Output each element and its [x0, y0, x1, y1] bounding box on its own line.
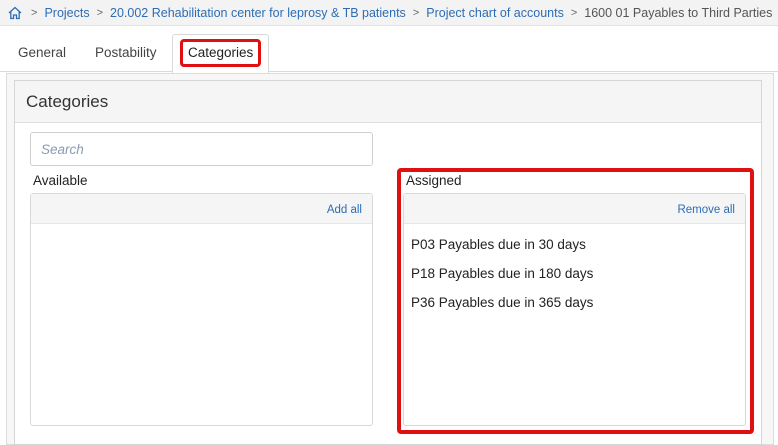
breadcrumb-link-chart-of-accounts[interactable]: Project chart of accounts: [426, 6, 564, 20]
search-input[interactable]: [30, 132, 373, 166]
home-icon[interactable]: [6, 4, 24, 22]
breadcrumb-current: 1600 01 Payables to Third Parties: [584, 5, 773, 20]
list-item[interactable]: P03 Payables due in 30 days: [404, 230, 745, 259]
assigned-label: Assigned: [406, 173, 462, 188]
list-item[interactable]: P18 Payables due in 180 days: [404, 259, 745, 288]
add-all-link[interactable]: Add all: [327, 204, 362, 216]
breadcrumb-separator: >: [31, 6, 38, 19]
breadcrumb-link-projects[interactable]: Projects: [44, 6, 89, 20]
card-title: Categories: [15, 81, 761, 123]
tab-postability[interactable]: Postability: [83, 34, 169, 72]
tab-categories[interactable]: Categories: [172, 34, 270, 73]
available-items: [31, 224, 372, 230]
tab-general[interactable]: General: [6, 34, 78, 72]
tab-categories-label: Categories: [180, 39, 262, 67]
breadcrumb-separator: >: [570, 6, 578, 19]
assigned-items: P03 Payables due in 30 days P18 Payables…: [404, 224, 745, 317]
available-list-header: Add all: [31, 194, 372, 224]
available-label: Available: [33, 173, 88, 188]
assigned-list: Remove all P03 Payables due in 30 days P…: [403, 193, 746, 426]
available-list: Add all: [30, 193, 373, 426]
assigned-list-header: Remove all: [404, 194, 745, 224]
list-item[interactable]: P36 Payables due in 365 days: [404, 288, 745, 317]
breadcrumb-separator: >: [412, 6, 420, 19]
breadcrumb: > Projects > 20.002 Rehabilitation cente…: [0, 0, 778, 26]
tab-bar: General Postability Categories: [0, 34, 778, 73]
remove-all-link[interactable]: Remove all: [677, 204, 735, 216]
breadcrumb-link-project[interactable]: 20.002 Rehabilitation center for leprosy…: [110, 6, 406, 20]
breadcrumb-separator: >: [96, 6, 104, 19]
